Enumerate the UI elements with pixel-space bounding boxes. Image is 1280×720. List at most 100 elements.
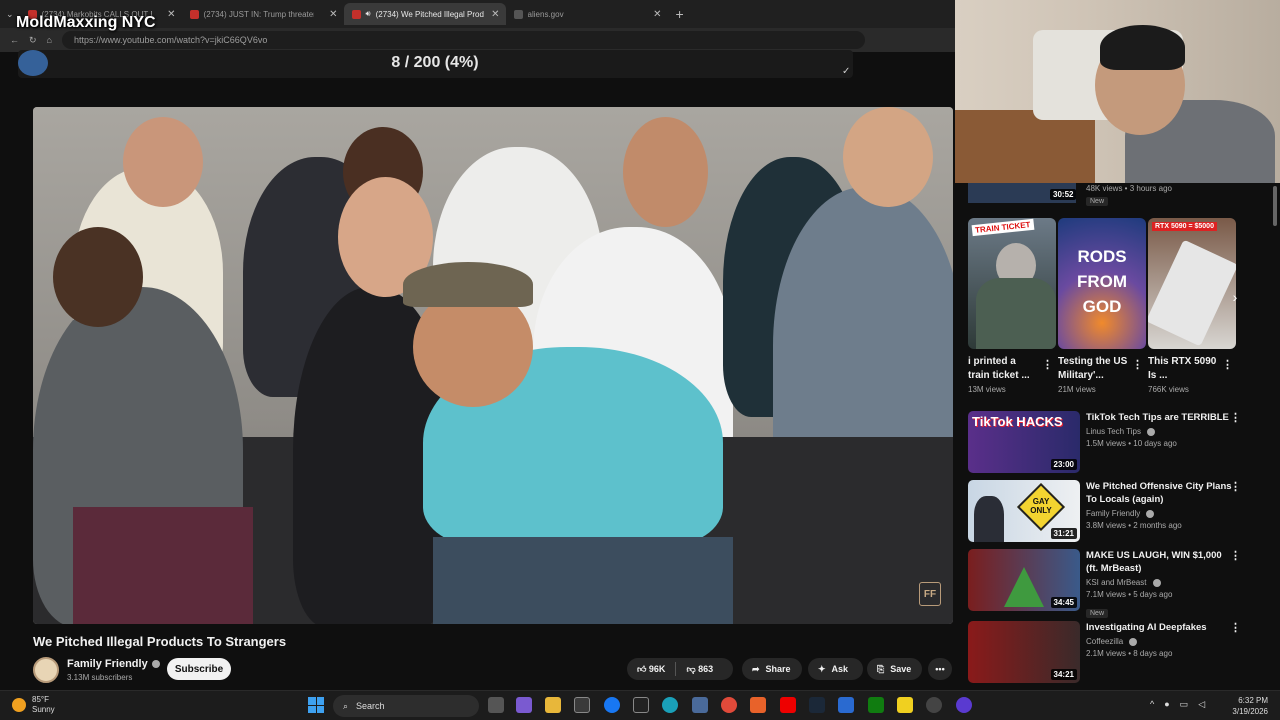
kebab-menu-icon[interactable]: ⋮: [1042, 358, 1053, 371]
like-button[interactable]: 👍︎ 96K: [637, 664, 665, 675]
vlc-icon[interactable]: [750, 697, 766, 713]
volume-icon[interactable]: ◁: [1198, 699, 1205, 710]
close-tab-icon[interactable]: ✕: [653, 9, 661, 20]
video-thumbnail: TikTok HACKS 23:00: [968, 411, 1080, 473]
channel-avatar[interactable]: [33, 657, 59, 683]
steam-icon[interactable]: [809, 697, 825, 713]
save-button[interactable]: ⎘ Save: [867, 658, 922, 680]
bookmark-icon: ⎘: [877, 663, 885, 674]
short-views: 21M views: [1058, 385, 1096, 394]
tab-2-label: (2734) JUST IN: Trump threatens ...: [203, 9, 314, 19]
file-explorer-icon[interactable]: [545, 697, 561, 713]
task-view-icon[interactable]: [488, 697, 504, 713]
close-tab-icon[interactable]: ✕: [491, 9, 499, 20]
thumb-money-pile: [1004, 567, 1044, 607]
thumbnail-caption: GAY ONLY: [1030, 497, 1052, 515]
tab-4[interactable]: aliens.gov ✕: [506, 3, 668, 25]
edge-icon[interactable]: [662, 697, 678, 713]
thumb-gpu: [1148, 239, 1236, 347]
facebook-icon[interactable]: [604, 697, 620, 713]
video-info: We Pitched Offensive City Plans To Local…: [1086, 480, 1236, 530]
back-icon[interactable]: ←: [10, 35, 19, 45]
video-item[interactable]: TikTok HACKS 23:00 TikTok Tech Tips are …: [968, 411, 1268, 475]
subscribe-button[interactable]: Subscribe: [167, 658, 231, 680]
jeans: [433, 537, 733, 624]
short-thumbnail: TRAIN TICKET: [968, 218, 1056, 349]
sparkle-icon: ✦: [818, 663, 826, 674]
weather-temp: 85°F: [32, 695, 49, 704]
tab-search-icon[interactable]: ⌄: [6, 9, 14, 20]
verified-icon: [1129, 637, 1138, 646]
person-head: [623, 117, 708, 227]
channel-name[interactable]: Family Friendly: [67, 658, 160, 670]
dislike-count: 863: [698, 663, 714, 674]
channel-watermark[interactable]: FF: [919, 582, 941, 606]
search-icon: ⌕: [343, 700, 349, 711]
more-actions-button[interactable]: •••: [928, 658, 952, 680]
speaker-icon[interactable]: 🔊︎: [366, 9, 371, 19]
sidebar-scrollbar[interactable]: [1273, 186, 1277, 226]
kebab-menu-icon[interactable]: ⋮: [1222, 358, 1233, 371]
youtube-icon[interactable]: [780, 697, 796, 713]
new-badge: New: [1086, 609, 1109, 618]
close-tab-icon[interactable]: ✕: [167, 9, 175, 20]
chrome-icon[interactable]: [721, 697, 737, 713]
tab-2[interactable]: (2734) JUST IN: Trump threatens ... ✕: [182, 3, 344, 25]
short-views: 13M views: [968, 385, 1006, 394]
xbox-icon[interactable]: [868, 697, 884, 713]
close-tab-icon[interactable]: ✕: [329, 9, 337, 20]
calculator-icon[interactable]: [692, 697, 708, 713]
url-field[interactable]: https://www.youtube.com/watch?v=jkiC66QV…: [61, 31, 865, 49]
reload-icon[interactable]: ↻: [29, 35, 37, 46]
chevron-up-icon[interactable]: ^: [1150, 699, 1154, 710]
kebab-menu-icon[interactable]: ⋮: [1230, 549, 1241, 562]
short-card[interactable]: TRAIN TICKET i printed a train ticket ..…: [968, 218, 1056, 394]
video-info: MAKE US LAUGH, WIN $1,000 (ft. MrBeast) …: [1086, 549, 1236, 620]
video-title: Investigating AI Deepfakes: [1086, 622, 1207, 633]
copilot-icon[interactable]: [516, 697, 532, 713]
video-player[interactable]: FF: [33, 107, 953, 624]
obs-icon[interactable]: [926, 697, 942, 713]
microphone-icon[interactable]: ●: [1164, 699, 1169, 710]
windows-start-icon[interactable]: [308, 697, 324, 713]
home-icon[interactable]: ⌂: [47, 35, 52, 45]
new-tab-button[interactable]: +: [676, 6, 684, 22]
amazon-icon[interactable]: [633, 697, 649, 713]
taskbar-search[interactable]: ⌕ Search: [333, 695, 479, 717]
store-icon[interactable]: [574, 697, 590, 713]
sun-icon: [12, 698, 26, 712]
video-item[interactable]: 34:21 Investigating AI Deepfakes Coffeez…: [968, 621, 1268, 685]
network-icon[interactable]: ▭: [1180, 699, 1189, 710]
video-item[interactable]: GAY ONLY 31:21 We Pitched Offensive City…: [968, 480, 1268, 544]
dislike-button[interactable]: 👎︎ 863: [686, 664, 713, 675]
app-icon[interactable]: [838, 697, 854, 713]
tab-3-active[interactable]: 🔊︎ (2734) We Pitched Illegal Prod ✕: [343, 3, 506, 25]
sticky-notes-icon[interactable]: [897, 697, 913, 713]
video-meta: 48K views • 3 hours ago New: [1086, 184, 1172, 206]
taskbar-clock[interactable]: 6:32 PM 3/19/2026: [1232, 695, 1268, 717]
app-icon[interactable]: [956, 697, 972, 713]
short-card[interactable]: RODS FROM GOD Testing the US Military'..…: [1058, 218, 1146, 394]
thumbnail-caption: TikTok HACKS: [972, 414, 1063, 429]
counter-dot: [18, 50, 48, 76]
channel-name: KSI and MrBeast: [1086, 578, 1236, 587]
kebab-menu-icon[interactable]: ⋮: [1230, 621, 1241, 634]
person-head: [843, 107, 933, 207]
ask-button[interactable]: ✦ Ask: [808, 658, 863, 680]
weather-widget[interactable]: 85°F Sunny: [12, 695, 55, 715]
short-card[interactable]: RTX 5090 = $5000 This RTX 5090 Is ... 76…: [1148, 218, 1236, 394]
share-icon: ➦: [752, 663, 760, 674]
video-item[interactable]: 34:45 MAKE US LAUGH, WIN $1,000 (ft. MrB…: [968, 549, 1268, 618]
duration-badge: 34:21: [1050, 669, 1077, 680]
channel-name: Family Friendly: [1086, 509, 1236, 518]
kebab-menu-icon[interactable]: ⋮: [1230, 480, 1241, 493]
like-count: 96K: [648, 663, 666, 674]
short-title: i printed a train ticket ...: [968, 356, 1030, 381]
kebab-menu-icon[interactable]: ⋮: [1230, 411, 1241, 424]
short-thumbnail: RODS FROM GOD: [1058, 218, 1146, 349]
share-button[interactable]: ➦ Share: [742, 658, 802, 680]
kebab-menu-icon[interactable]: ⋮: [1132, 358, 1143, 371]
chevron-right-icon[interactable]: ›: [1225, 287, 1245, 307]
thumbnail-caption: RTX 5090 = $5000: [1152, 222, 1217, 231]
patterned-pants: [73, 507, 253, 624]
